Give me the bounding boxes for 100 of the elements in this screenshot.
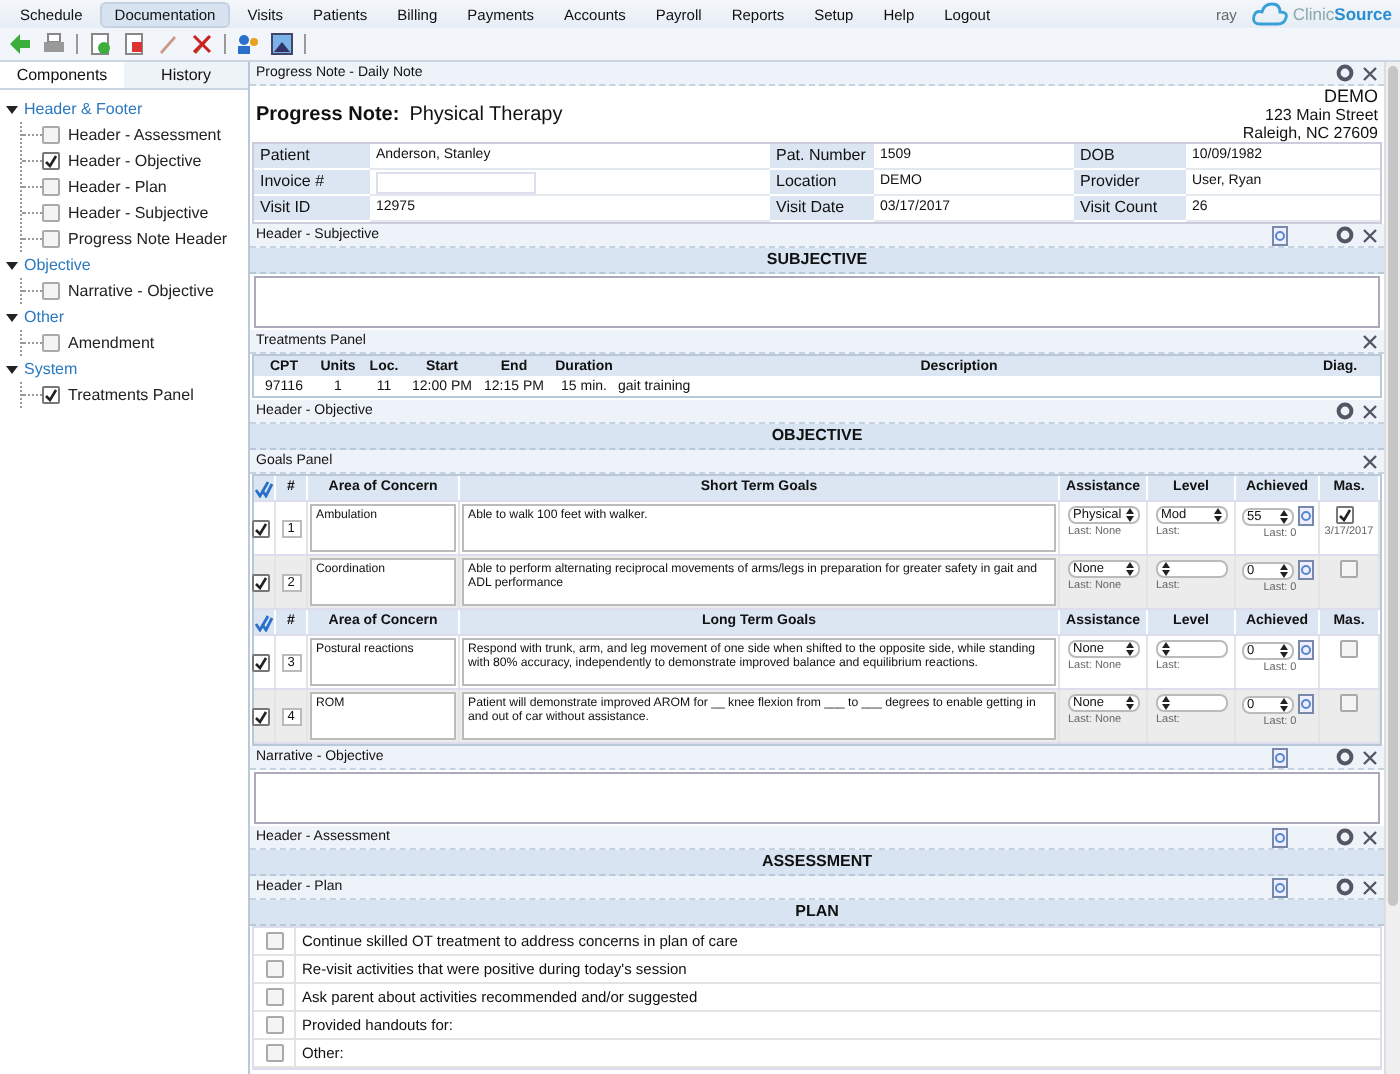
image-icon[interactable] (270, 32, 294, 56)
expand-arrow-icon[interactable] (6, 103, 18, 115)
checkbox[interactable] (42, 282, 60, 300)
checkbox[interactable] (265, 988, 283, 1006)
info-label: DOB (1074, 144, 1186, 170)
tree-item[interactable]: Amendment (68, 334, 155, 352)
copy-icon[interactable] (1272, 827, 1288, 847)
settings-icon[interactable] (1336, 828, 1354, 846)
expand-arrow-icon[interactable] (6, 311, 18, 323)
tree-group[interactable]: Objective (24, 256, 91, 274)
checkbox[interactable] (251, 653, 269, 671)
tree-item[interactable]: Header - Subjective (68, 204, 209, 222)
tree-item[interactable]: Header - Plan (68, 178, 167, 196)
info-label: Visit ID (254, 196, 370, 222)
level-select[interactable] (1155, 640, 1227, 658)
settings-icon[interactable] (1336, 402, 1354, 420)
copy-icon[interactable] (1297, 694, 1313, 714)
settings-icon[interactable] (1336, 64, 1354, 82)
spinner-arrows-icon (1279, 563, 1287, 577)
close-icon[interactable] (1362, 879, 1378, 895)
checkbox[interactable] (251, 519, 269, 537)
checkbox[interactable] (42, 334, 60, 352)
spinner-arrows-icon (1161, 696, 1169, 710)
expand-arrow-icon[interactable] (6, 259, 18, 271)
section-banner: ASSESSMENT (250, 850, 1384, 876)
invoice-field[interactable] (376, 171, 536, 193)
spinner-arrows-icon (1279, 509, 1287, 523)
info-label: Provider (1074, 170, 1186, 196)
close-icon[interactable] (1362, 333, 1378, 349)
copy-icon[interactable] (1272, 747, 1288, 767)
checkbox[interactable] (265, 1044, 283, 1062)
copy-icon[interactable] (1272, 225, 1288, 245)
checkbox[interactable] (42, 204, 60, 222)
section-banner: OBJECTIVE (250, 424, 1384, 450)
checkbox[interactable] (42, 178, 60, 196)
copy-icon[interactable] (1272, 877, 1288, 897)
checkbox[interactable] (265, 1016, 283, 1034)
checkbox[interactable] (42, 386, 60, 404)
sidebar-tab[interactable]: Components (0, 62, 124, 88)
clinic-address-line: 123 Main Street (1265, 106, 1378, 124)
level-select[interactable] (1155, 560, 1227, 578)
close-icon[interactable] (1362, 227, 1378, 243)
printer-icon[interactable] (42, 32, 66, 56)
checkbox[interactable] (251, 707, 269, 725)
copy-icon[interactable] (1297, 640, 1313, 660)
spinner-arrows-icon (1213, 508, 1221, 522)
spinner-arrows-icon (1125, 642, 1133, 656)
tree-group[interactable]: Other (24, 308, 65, 326)
close-icon[interactable] (1362, 829, 1378, 845)
info-label: Visit Date (770, 196, 874, 222)
check-all-icon[interactable] (254, 613, 274, 631)
expand-arrow-icon[interactable] (6, 363, 18, 375)
tree-item[interactable]: Header - Assessment (68, 126, 221, 144)
delete-document-icon[interactable] (122, 32, 146, 56)
spinner-arrows-icon (1161, 562, 1169, 576)
tree-group[interactable]: System (24, 360, 78, 378)
checkbox[interactable] (265, 960, 283, 978)
info-label: Visit Count (1074, 196, 1186, 222)
checkbox[interactable] (1340, 560, 1358, 578)
checkbox[interactable] (1340, 694, 1358, 712)
back-arrow-icon[interactable] (8, 32, 32, 56)
new-document-icon[interactable] (88, 32, 112, 56)
spinner-arrows-icon (1125, 696, 1133, 710)
settings-icon[interactable] (1336, 748, 1354, 766)
level-select[interactable] (1155, 694, 1227, 712)
close-icon[interactable] (1362, 749, 1378, 765)
checkbox[interactable] (251, 573, 269, 591)
users-icon[interactable] (236, 32, 260, 56)
settings-icon[interactable] (1336, 878, 1354, 896)
info-label: Invoice # (254, 170, 370, 196)
close-icon[interactable] (1362, 453, 1378, 469)
close-icon[interactable] (1362, 65, 1378, 81)
checkbox[interactable] (1336, 506, 1354, 524)
checkbox[interactable] (42, 230, 60, 248)
tree-item[interactable]: Narrative - Objective (68, 282, 214, 300)
section-banner: SUBJECTIVE (250, 248, 1384, 274)
checkbox[interactable] (42, 126, 60, 144)
cloud-logo-icon (1252, 2, 1289, 26)
checkbox[interactable] (1340, 640, 1358, 658)
check-all-icon[interactable] (254, 479, 274, 497)
logo-text: ClinicSource (1292, 4, 1392, 24)
settings-icon[interactable] (1336, 226, 1354, 244)
tree-group[interactable]: Header & Footer (24, 100, 143, 118)
tree-item[interactable]: Header - Objective (68, 152, 202, 170)
copy-icon[interactable] (1297, 506, 1313, 526)
clinic-address-line: DEMO (1324, 86, 1378, 106)
spinner-arrows-icon (1279, 697, 1287, 711)
info-label: Pat. Number (770, 144, 874, 170)
tree-item[interactable]: Progress Note Header (68, 230, 228, 248)
spinner-arrows-icon (1125, 562, 1133, 576)
spinner-arrows-icon (1279, 643, 1287, 657)
copy-icon[interactable] (1297, 560, 1313, 580)
checkbox[interactable] (42, 152, 60, 170)
sidebar-tab[interactable]: History (124, 62, 248, 88)
close-icon[interactable] (1362, 403, 1378, 419)
checkbox[interactable] (265, 932, 283, 950)
scrollbar[interactable] (1384, 62, 1400, 1074)
tree-item[interactable]: Treatments Panel (68, 386, 194, 404)
section-banner: PLAN (250, 900, 1384, 926)
info-label: Patient (254, 144, 370, 170)
